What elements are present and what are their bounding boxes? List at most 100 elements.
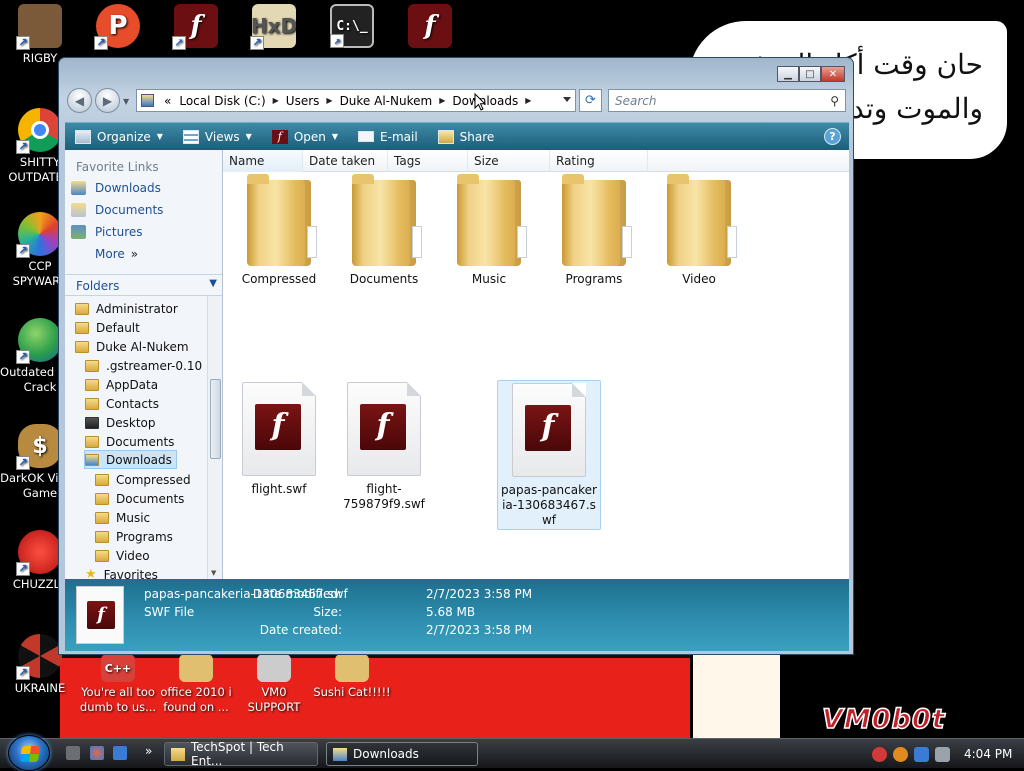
flash-icon: f xyxy=(360,404,406,450)
refresh-button[interactable]: ⟳ xyxy=(579,89,602,112)
desktop-icon-flash-1[interactable]: f ↗ xyxy=(156,4,236,51)
desktop-icon-office[interactable]: office 2010 i found on ... xyxy=(156,654,236,726)
quicklaunch-more[interactable]: » xyxy=(145,744,152,758)
taskbar-button-techspot[interactable]: TechSpot | Tech Ent... xyxy=(164,740,318,768)
tree-item-music[interactable]: Music xyxy=(95,508,154,527)
volume-icon[interactable] xyxy=(935,746,950,762)
switch-windows-icon[interactable] xyxy=(113,746,127,760)
scrollbar-thumb[interactable] xyxy=(210,379,221,459)
folder-item-programs[interactable]: Programs xyxy=(542,174,646,287)
organize-button[interactable]: Organize ▼ xyxy=(65,123,173,151)
desktop-icon-dumb[interactable]: C++ You're all too dumb to us... xyxy=(78,654,158,726)
security-alert-icon[interactable] xyxy=(872,746,887,762)
flash-icon: f xyxy=(87,601,115,629)
search-tray-icon[interactable] xyxy=(893,746,908,762)
desktop-icon-vm0-support[interactable]: VM0 SUPPORT xyxy=(234,654,314,726)
shortcut-arrow-icon: ↗ xyxy=(94,36,108,50)
documents-folder-icon xyxy=(71,202,86,217)
tree-item-programs[interactable]: Programs xyxy=(95,527,177,546)
browser-icon[interactable] xyxy=(90,746,104,760)
forward-button[interactable]: ▶ xyxy=(95,88,120,113)
taskbar-button-downloads[interactable]: Downloads xyxy=(326,742,478,766)
desktop-icon-hxd[interactable]: HxD ↗ xyxy=(234,4,314,51)
chevron-down-icon: ▼ xyxy=(209,278,217,289)
file-item-papas-pancakeria[interactable]: f papas-pancakeria-130683467.swf xyxy=(497,380,601,530)
address-dropdown-icon[interactable] xyxy=(563,97,571,102)
minimize-button[interactable]: ▁ xyxy=(777,66,799,82)
navigation-pane: Favorite Links Downloads Documents Pictu… xyxy=(65,150,223,579)
folders-header[interactable]: Folders ▼ xyxy=(65,274,222,296)
desktop-icon-sushi-cat[interactable]: Sushi Cat!!!!! xyxy=(312,654,392,726)
favorite-more[interactable]: More » xyxy=(65,240,222,262)
views-button[interactable]: Views ▼ xyxy=(173,123,262,151)
detail-size-label: Size: xyxy=(313,605,342,619)
column-name[interactable]: Name xyxy=(223,150,303,172)
tree-item-sub-documents[interactable]: Documents xyxy=(95,489,188,508)
shortcut-arrow-icon: ↗ xyxy=(16,244,30,258)
search-input[interactable]: Search ⚲ xyxy=(608,89,846,112)
double-chevron-icon: » xyxy=(130,246,139,261)
crumb-local-disk[interactable]: Local Disk (C:) xyxy=(179,94,265,108)
folder-icon xyxy=(75,302,89,315)
tree-item-desktop[interactable]: Desktop xyxy=(85,413,160,432)
shortcut-arrow-icon: ↗ xyxy=(16,350,30,364)
crumb-duke[interactable]: Duke Al-Nukem xyxy=(340,94,433,108)
close-button[interactable]: ✕ xyxy=(821,66,845,82)
favorite-pictures[interactable]: Pictures xyxy=(65,218,222,240)
hex-editor-icon: HxD ↗ xyxy=(250,4,297,50)
chevron-right-icon[interactable]: ▶ xyxy=(273,96,279,105)
address-bar[interactable]: « Local Disk (C:) ▶ Users ▶ Duke Al-Nuke… xyxy=(136,89,576,112)
column-date-taken[interactable]: Date taken xyxy=(303,150,388,172)
chevron-right-icon[interactable]: ▶ xyxy=(525,96,531,105)
chevron-right-icon[interactable]: ▶ xyxy=(439,96,445,105)
tree-item-appdata[interactable]: AppData xyxy=(85,375,162,394)
tree-item-duke[interactable]: Duke Al-Nukem xyxy=(75,337,193,356)
back-button[interactable]: ◀ xyxy=(67,88,92,113)
tree-item-gstreamer[interactable]: .gstreamer-0.10 xyxy=(85,356,206,375)
tree-item-administrator[interactable]: Administrator xyxy=(75,299,182,318)
desktop-icon-label: UKRAINE xyxy=(14,681,66,695)
email-button[interactable]: E-mail xyxy=(348,123,428,151)
chevron-right-icon[interactable]: ▶ xyxy=(326,96,332,105)
help-icon[interactable]: ? xyxy=(824,128,841,145)
column-size[interactable]: Size xyxy=(468,150,550,172)
shortcut-arrow-icon: ↗ xyxy=(16,456,30,470)
maximize-button[interactable]: □ xyxy=(799,66,821,82)
search-icon[interactable]: ⚲ xyxy=(830,94,839,108)
favorite-documents[interactable]: Documents xyxy=(65,196,222,218)
network-icon[interactable] xyxy=(914,746,929,762)
share-button[interactable]: Share xyxy=(428,123,505,151)
column-tags[interactable]: Tags xyxy=(388,150,468,172)
tree-item-favorites[interactable]: ★ Favorites xyxy=(85,565,162,579)
mouse-cursor-icon xyxy=(474,93,486,111)
scroll-down-icon[interactable]: ▼ xyxy=(211,569,216,577)
desktop-icon-terminal[interactable]: C:\_ ↗ xyxy=(312,4,392,51)
tree-item-default[interactable]: Default xyxy=(75,318,144,337)
shortcut-arrow-icon: ↗ xyxy=(16,36,30,50)
favorite-downloads[interactable]: Downloads xyxy=(65,174,222,196)
folder-item-documents[interactable]: Documents xyxy=(332,174,436,287)
start-button[interactable] xyxy=(8,735,50,771)
address-overflow[interactable]: « xyxy=(164,94,171,108)
recent-pages-icon[interactable]: ▼ xyxy=(123,97,129,106)
desktop-icon-app-p[interactable]: P ↗ xyxy=(78,4,158,51)
open-button[interactable]: f Open ▼ xyxy=(262,123,348,151)
desktop-icon-flash-2[interactable]: f xyxy=(390,4,470,51)
folder-item-video[interactable]: Video xyxy=(647,174,751,287)
desktop-icon-label: Sushi Cat!!!!! xyxy=(313,685,391,699)
clock[interactable]: 4:04 PM xyxy=(964,747,1012,761)
file-item-flight[interactable]: f flight.swf xyxy=(227,382,331,497)
show-desktop-icon[interactable] xyxy=(66,746,80,760)
desktop-folder-icon xyxy=(85,416,99,429)
crumb-users[interactable]: Users xyxy=(286,94,320,108)
tree-scrollbar[interactable]: ▼ xyxy=(207,296,222,579)
folder-item-compressed[interactable]: Compressed xyxy=(227,174,331,287)
tree-item-video[interactable]: Video xyxy=(95,546,154,565)
column-rating[interactable]: Rating xyxy=(550,150,648,172)
tree-item-contacts[interactable]: Contacts xyxy=(85,394,163,413)
folder-item-music[interactable]: Music xyxy=(437,174,541,287)
tree-item-downloads[interactable]: Downloads xyxy=(84,450,177,469)
tree-item-compressed[interactable]: Compressed xyxy=(95,470,195,489)
file-item-flight-759879f9[interactable]: f flight-759879f9.swf xyxy=(332,382,436,512)
tree-item-documents[interactable]: Documents xyxy=(85,432,178,451)
